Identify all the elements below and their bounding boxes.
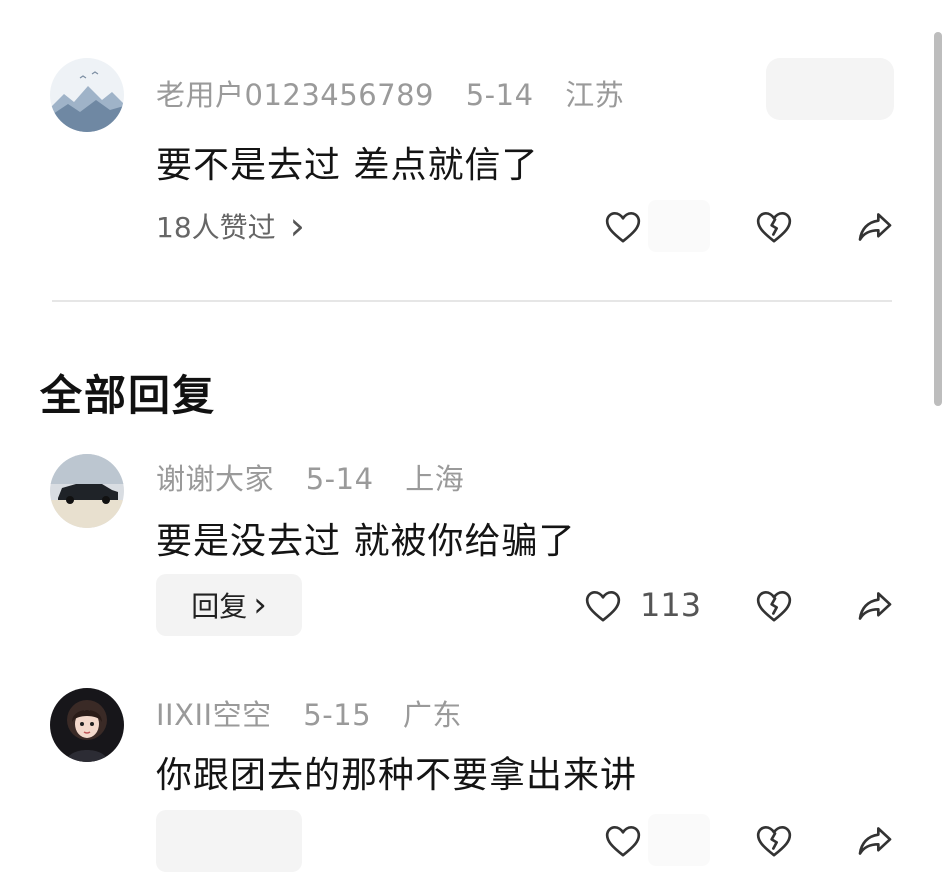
landscape-avatar-image	[50, 58, 124, 132]
username[interactable]: IIXII空空	[156, 698, 272, 732]
username[interactable]: 谢谢大家	[156, 462, 274, 496]
comment-date: 5-15	[303, 698, 372, 732]
dislike-button[interactable]	[751, 583, 797, 629]
reply-button-placeholder[interactable]	[156, 810, 302, 872]
comment-text: 要是没去过 就被你给骗了	[156, 521, 576, 562]
like-button[interactable]	[580, 583, 626, 629]
share-arrow-icon	[858, 213, 892, 241]
like-count: 113	[640, 586, 702, 624]
username[interactable]: 老用户0123456789	[156, 78, 434, 112]
comment-text: 你跟团去的那种不要拿出来讲	[156, 755, 638, 796]
heart-outline-icon	[585, 591, 621, 622]
comment-date: 5-14	[465, 78, 534, 112]
avatar[interactable]	[50, 454, 124, 528]
follow-button-placeholder[interactable]	[766, 58, 894, 120]
comment-location: 上海	[405, 462, 465, 496]
likers-link[interactable]: 18人赞过 ›	[156, 206, 305, 246]
heart-outline-icon	[605, 212, 641, 243]
like-count-placeholder	[648, 814, 710, 866]
share-arrow-icon	[858, 592, 892, 620]
broken-heart-icon	[756, 826, 792, 857]
avatar[interactable]	[50, 688, 124, 762]
reply-button[interactable]: 回复 ›	[156, 574, 302, 636]
avatar[interactable]	[50, 58, 124, 132]
dislike-button[interactable]	[751, 204, 797, 250]
comment-meta: IIXII空空 5-15 广东	[156, 692, 484, 734]
comment-thread-page: 老用户0123456789 5-14 江苏 要不是去过 差点就信了 18人赞过 …	[0, 0, 945, 891]
chevron-right-icon: ›	[253, 585, 267, 625]
comment-meta: 谢谢大家 5-14 上海	[156, 456, 486, 498]
chevron-right-icon: ›	[289, 204, 305, 248]
share-button[interactable]	[852, 583, 898, 629]
comment-location: 江苏	[565, 78, 625, 112]
reply-label: 回复	[191, 590, 248, 623]
comment-text: 要不是去过 差点就信了	[156, 145, 539, 186]
broken-heart-icon	[756, 591, 792, 622]
scrollbar[interactable]	[934, 32, 942, 406]
like-button[interactable]	[600, 818, 646, 864]
dislike-button[interactable]	[751, 818, 797, 864]
heart-outline-icon	[605, 826, 641, 857]
comment-location: 广东	[402, 698, 462, 732]
car-avatar-image	[50, 454, 124, 528]
girl-avatar-image	[50, 688, 124, 762]
like-count-placeholder	[648, 200, 710, 252]
comment-meta: 老用户0123456789 5-14 江苏	[156, 72, 646, 114]
comment-date: 5-14	[305, 462, 374, 496]
section-divider	[52, 300, 892, 302]
all-replies-heading: 全部回复	[40, 371, 217, 420]
likes-count-text: 18人赞过	[156, 211, 276, 244]
share-button[interactable]	[852, 204, 898, 250]
share-arrow-icon	[858, 827, 892, 855]
broken-heart-icon	[756, 212, 792, 243]
share-button[interactable]	[852, 818, 898, 864]
like-button[interactable]	[600, 204, 646, 250]
